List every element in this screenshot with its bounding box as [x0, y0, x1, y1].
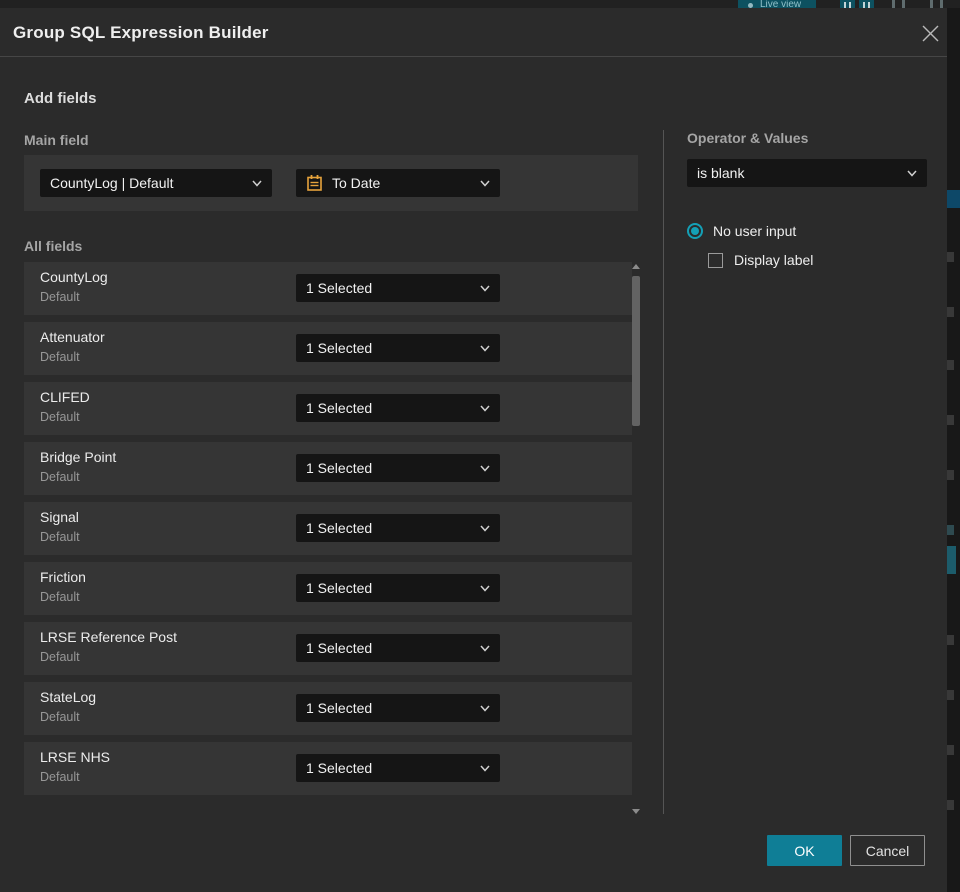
- main-field-date-value: To Date: [332, 175, 381, 191]
- field-subtitle: Default: [40, 470, 80, 484]
- scroll-up-icon[interactable]: [632, 264, 640, 269]
- chevron-down-icon: [480, 585, 490, 592]
- chevron-down-icon: [480, 180, 490, 187]
- field-values-select-value: 1 Selected: [306, 280, 373, 296]
- field-subtitle: Default: [40, 530, 80, 544]
- field-name: LRSE Reference Post: [40, 629, 177, 645]
- cancel-button[interactable]: Cancel: [850, 835, 925, 866]
- field-values-select[interactable]: 1 Selected: [296, 634, 500, 662]
- field-name: Bridge Point: [40, 449, 117, 465]
- field-name: Attenuator: [40, 329, 105, 345]
- field-row: Signal Default 1 Selected: [24, 502, 632, 555]
- toolbar-icon: [930, 0, 933, 8]
- field-subtitle: Default: [40, 350, 80, 364]
- field-name: LRSE NHS: [40, 749, 111, 765]
- toolbar-button-icon[interactable]: [840, 0, 855, 8]
- chevron-down-icon: [480, 705, 490, 712]
- toolbar-icon: [940, 0, 943, 8]
- field-row: LRSE Reference Post Default 1 Selected: [24, 622, 632, 675]
- field-row: CountyLog Default 1 Selected: [24, 262, 632, 315]
- field-subtitle: Default: [40, 590, 80, 604]
- field-values-select-value: 1 Selected: [306, 760, 373, 776]
- field-subtitle: Default: [40, 650, 80, 664]
- field-values-select-value: 1 Selected: [306, 580, 373, 596]
- field-name: Signal: [40, 509, 79, 525]
- toolbar-icon: [902, 0, 905, 8]
- field-row: Friction Default 1 Selected: [24, 562, 632, 615]
- field-name: CLIFED: [40, 389, 90, 405]
- field-values-select[interactable]: 1 Selected: [296, 694, 500, 722]
- operator-select[interactable]: is blank: [687, 159, 927, 187]
- scrollbar-thumb[interactable]: [632, 276, 640, 426]
- chevron-down-icon: [480, 405, 490, 412]
- main-field-select[interactable]: CountyLog | Default: [40, 169, 272, 197]
- display-label-checkbox[interactable]: Display label: [708, 252, 927, 268]
- checkbox-icon[interactable]: [708, 252, 723, 268]
- chevron-down-icon: [480, 645, 490, 652]
- field-values-select[interactable]: 1 Selected: [296, 454, 500, 482]
- field-values-select-value: 1 Selected: [306, 640, 373, 656]
- background-app-toolbar: Live view: [0, 0, 960, 8]
- live-view-button[interactable]: Live view: [738, 0, 816, 8]
- field-row: Attenuator Default 1 Selected: [24, 322, 632, 375]
- field-subtitle: Default: [40, 410, 80, 424]
- main-field-date-select[interactable]: To Date: [296, 169, 500, 197]
- column-divider: [663, 130, 664, 814]
- group-sql-expression-builder-dialog: Group SQL Expression Builder Add fields …: [0, 8, 947, 892]
- toolbar-button-icon[interactable]: [859, 0, 874, 8]
- field-subtitle: Default: [40, 710, 80, 724]
- chevron-down-icon: [480, 465, 490, 472]
- fields-scrollbar[interactable]: [629, 258, 643, 820]
- field-name: CountyLog: [40, 269, 108, 285]
- field-row: LRSE NHS Default 1 Selected: [24, 742, 632, 795]
- toolbar-icon: [892, 0, 895, 8]
- main-field-label: Main field: [24, 132, 89, 148]
- main-field-select-value: CountyLog | Default: [50, 175, 174, 191]
- field-values-select[interactable]: 1 Selected: [296, 574, 500, 602]
- chevron-down-icon: [480, 525, 490, 532]
- field-values-select[interactable]: 1 Selected: [296, 514, 500, 542]
- add-fields-heading: Add fields: [24, 90, 97, 107]
- chevron-down-icon: [252, 180, 262, 187]
- dialog-footer: OK Cancel: [767, 835, 925, 866]
- radio-icon[interactable]: [687, 223, 703, 239]
- chevron-down-icon: [480, 345, 490, 352]
- field-values-select-value: 1 Selected: [306, 400, 373, 416]
- all-fields-list: CountyLog Default 1 Selected Attenuator …: [24, 262, 632, 802]
- field-row: Bridge Point Default 1 Selected: [24, 442, 632, 495]
- ok-button[interactable]: OK: [767, 835, 842, 866]
- operator-select-value: is blank: [697, 165, 745, 181]
- dialog-header: Group SQL Expression Builder: [0, 8, 947, 57]
- display-label-label: Display label: [734, 252, 814, 268]
- no-user-input-label: No user input: [713, 223, 797, 239]
- no-user-input-radio[interactable]: No user input: [687, 223, 927, 239]
- field-values-select-value: 1 Selected: [306, 520, 373, 536]
- field-row: CLIFED Default 1 Selected: [24, 382, 632, 435]
- main-field-panel: CountyLog | Default To Date: [24, 155, 638, 211]
- field-row: StateLog Default 1 Selected: [24, 682, 632, 735]
- field-values-select-value: 1 Selected: [306, 460, 373, 476]
- calendar-icon: [306, 174, 323, 192]
- close-icon[interactable]: [918, 21, 942, 45]
- field-values-select[interactable]: 1 Selected: [296, 274, 500, 302]
- field-subtitle: Default: [40, 770, 80, 784]
- chevron-down-icon: [480, 765, 490, 772]
- all-fields-label: All fields: [24, 238, 83, 254]
- field-name: Friction: [40, 569, 86, 585]
- operator-values-label: Operator & Values: [687, 130, 809, 146]
- field-values-select-value: 1 Selected: [306, 700, 373, 716]
- live-view-label: Live view: [760, 0, 802, 8]
- field-values-select[interactable]: 1 Selected: [296, 754, 500, 782]
- field-values-select[interactable]: 1 Selected: [296, 334, 500, 362]
- field-name: StateLog: [40, 689, 97, 705]
- scroll-down-icon[interactable]: [632, 809, 640, 814]
- chevron-down-icon: [480, 285, 490, 292]
- chevron-down-icon: [907, 170, 917, 177]
- dialog-title: Group SQL Expression Builder: [13, 23, 269, 42]
- operator-values-panel: Operator & Values is blank No user input…: [687, 130, 927, 268]
- field-values-select[interactable]: 1 Selected: [296, 394, 500, 422]
- field-subtitle: Default: [40, 290, 80, 304]
- background-app-edge: [947, 8, 960, 892]
- field-values-select-value: 1 Selected: [306, 340, 373, 356]
